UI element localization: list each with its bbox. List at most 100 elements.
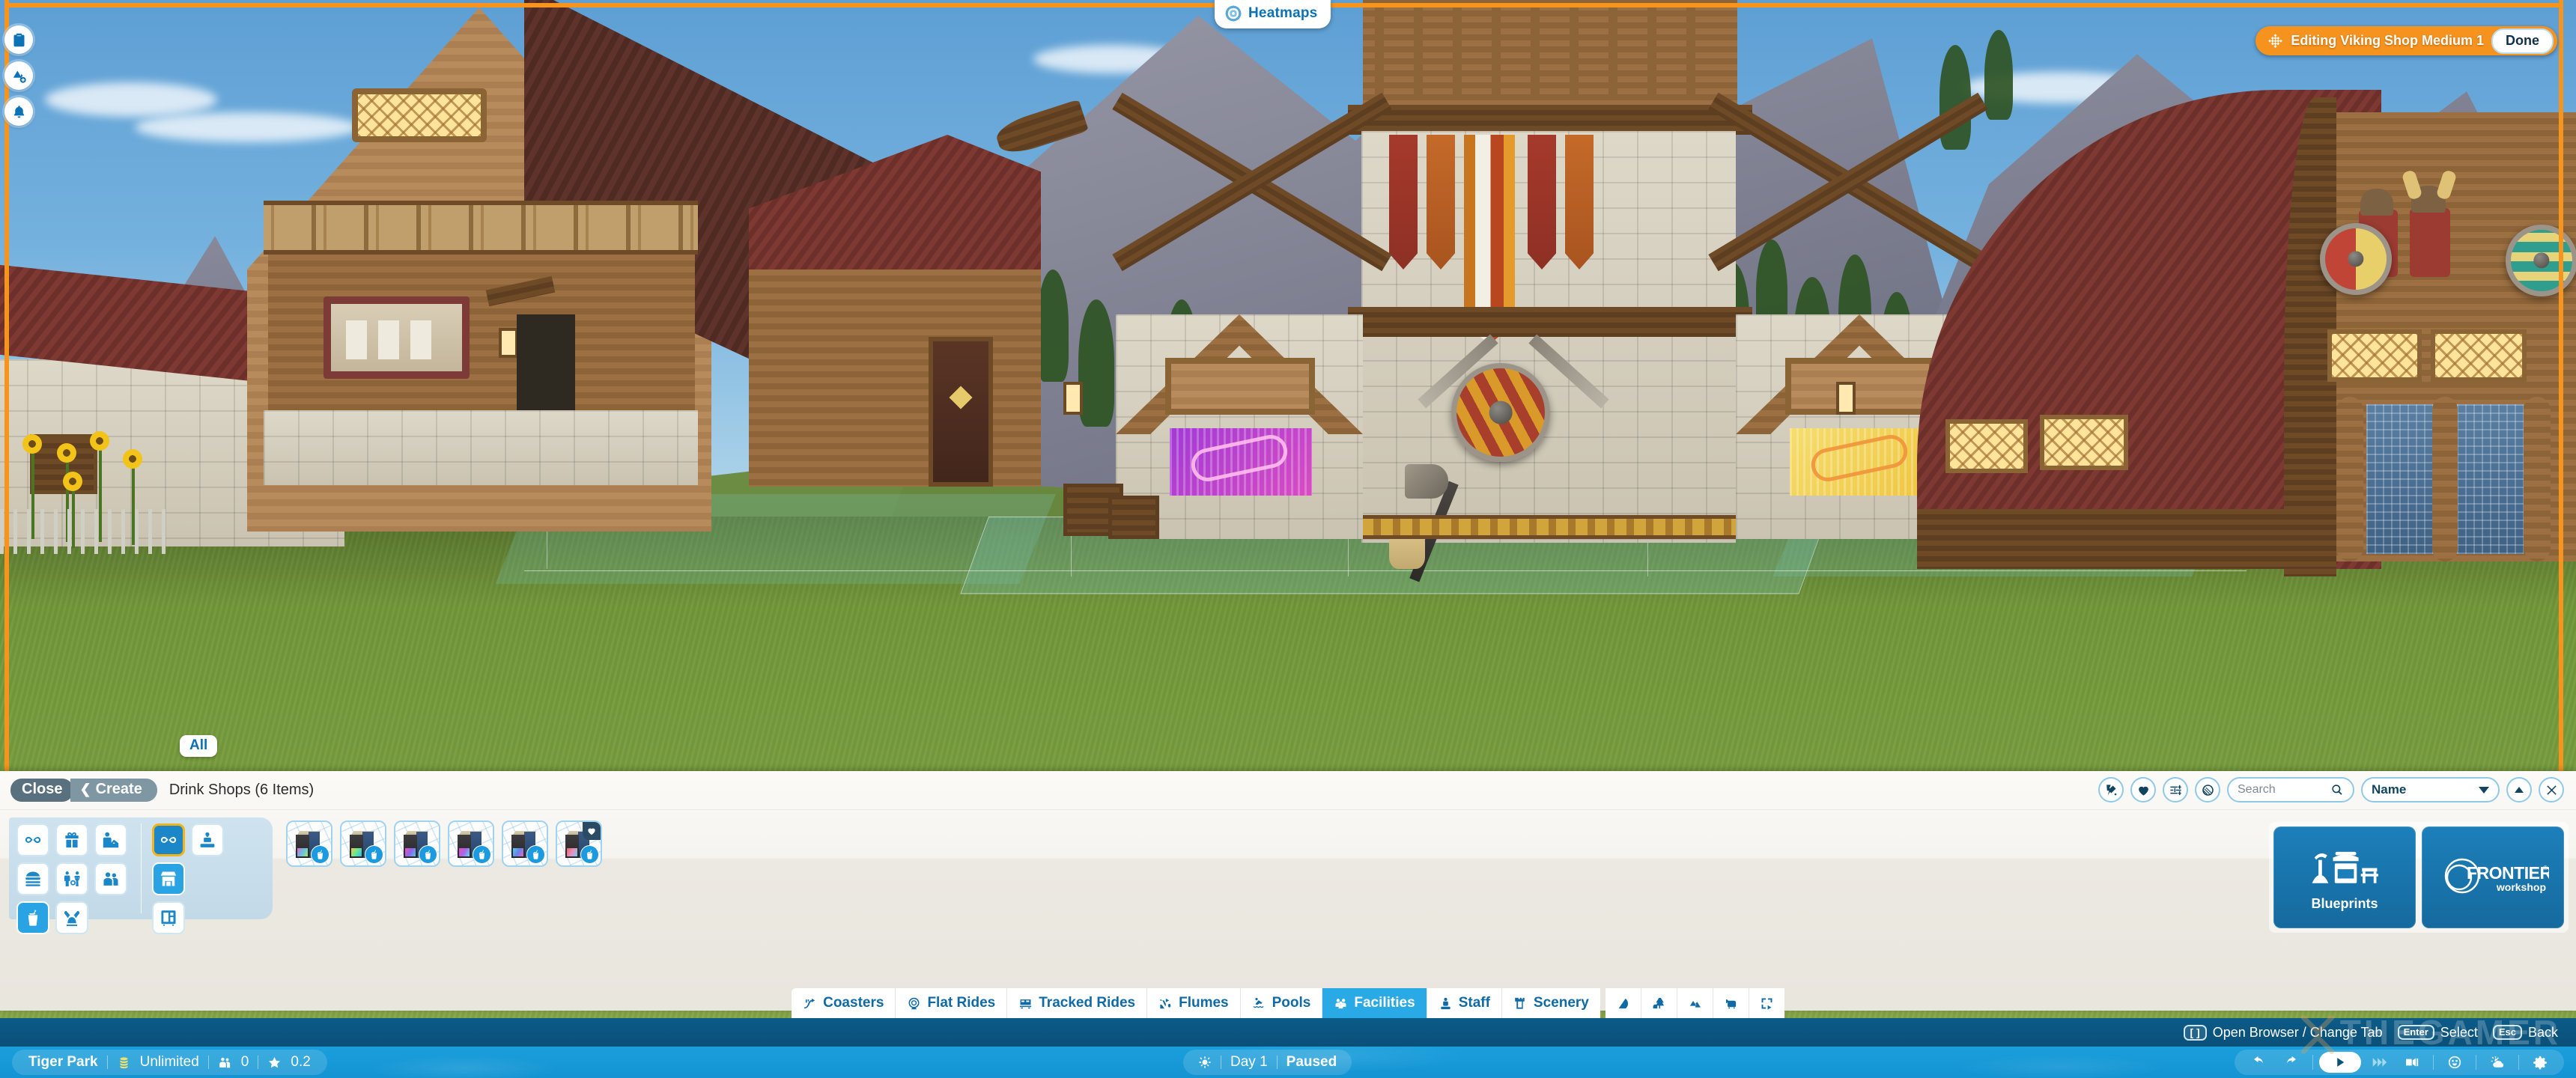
tab-scenery[interactable]: Scenery [1501,988,1600,1018]
hint-back: Esc Back [2492,1025,2558,1041]
door [929,337,993,487]
divider [207,1056,209,1069]
park-rating: 0.2 [291,1054,311,1070]
terrain-icon [1689,1000,1701,1008]
cloud [135,112,359,142]
settings-button[interactable] [2525,1051,2555,1074]
tab-coasters[interactable]: Coasters [792,988,896,1018]
window-lit [2327,329,2422,382]
play-button[interactable] [2319,1052,2361,1073]
undo-button[interactable] [2244,1051,2273,1074]
shield-boss [2533,252,2550,269]
pool-icon [1253,997,1263,1008]
scenery-add-icon[interactable] [4,61,33,90]
viking-shield [1451,363,1550,462]
item-tile[interactable] [340,820,386,867]
sort-dropdown[interactable]: Name [2361,777,2500,803]
blueprints-label: Blueprints [2311,895,2378,911]
svg-text:workshop: workshop [2496,881,2546,893]
collapse-panel-button[interactable] [2506,777,2532,803]
tab-terrain[interactable] [1677,988,1713,1018]
tab-transport[interactable] [1713,988,1749,1018]
tab-label: Tracked Rides [1039,995,1136,1011]
item-tile[interactable] [556,820,602,867]
lantern [499,328,518,358]
gift-shop-filter-icon[interactable] [55,823,88,856]
frontier-workshop-button[interactable]: FRONTIER ® workshop [2422,826,2564,928]
window-lit [1945,419,2028,473]
camera-button[interactable] [2397,1051,2427,1074]
done-button[interactable]: Done [2491,28,2554,54]
search-input[interactable]: Search [2227,777,2354,803]
lantern [1836,382,1856,415]
food-shop-filter-icon[interactable] [16,862,49,895]
sign-panel [410,320,431,359]
guests-view-button[interactable] [2440,1051,2470,1074]
filter-group-type [141,823,224,934]
tab-expand[interactable] [1749,988,1784,1018]
blueprint-toggle-icon[interactable] [2098,777,2124,803]
item-tile[interactable] [448,820,494,867]
key-badge: [ ] [2183,1024,2207,1041]
tab-facilities[interactable]: Facilities [1322,988,1427,1018]
all-types-filter-icon[interactable] [152,823,185,856]
item-tile[interactable] [286,820,332,867]
theme-icon[interactable] [2195,777,2220,803]
staff-building-filter-icon[interactable] [94,823,127,856]
carved-band [264,201,698,255]
close-panel-button[interactable] [2539,777,2564,803]
sort-value: Name [2372,782,2407,797]
divider [2518,1055,2519,1070]
tab-flat-rides[interactable]: Flat Rides [896,988,1008,1018]
heatmaps-button[interactable]: Heatmaps [1215,0,1331,28]
drink-shop-filter-icon[interactable] [16,901,49,934]
tab-nature[interactable] [1641,988,1677,1018]
fast-forward-button[interactable] [2364,1051,2394,1074]
guest-facility-filter-icon[interactable] [94,862,127,895]
wall-annex [749,270,1041,487]
key-badge: Esc [2492,1025,2522,1040]
vending-machine-filter-icon[interactable] [152,901,185,934]
stone-plinth [264,410,698,485]
shop-stall-filter-icon[interactable] [152,862,185,895]
sim-controls [2235,1050,2564,1075]
park-guests: 0 [240,1054,249,1070]
tab-flumes[interactable]: Flumes [1147,988,1241,1018]
favourites-icon[interactable] [2130,777,2156,803]
frontier-workshop-logo: FRONTIER ® workshop [2444,858,2549,894]
tab-paths[interactable] [1605,988,1641,1018]
left-tool-rail[interactable] [4,25,33,126]
park-summary-chip: Tiger Park Unlimited 0 0.2 [12,1050,327,1075]
drink-icon [526,845,545,864]
filters-icon[interactable] [2163,777,2188,803]
park-status-bar: Tiger Park Unlimited 0 0.2 Day 1 Paused [0,1047,2576,1078]
tab-separator [1600,988,1606,1018]
redo-button[interactable] [2276,1051,2306,1074]
shield-boss [2348,251,2364,267]
bell-icon[interactable] [4,97,33,126]
create-back-button[interactable]: ❮ Create [70,779,157,802]
piece-by-piece-filter-icon[interactable] [191,823,224,856]
drink-icon [580,845,599,864]
first-aid-filter-icon[interactable] [55,901,88,934]
item-tile[interactable] [394,820,440,867]
tab-pools[interactable]: Pools [1240,988,1323,1018]
window-lit [352,88,487,142]
blueprints-button[interactable]: Blueprints [2273,826,2416,928]
tab-tracked-rides[interactable]: Tracked Rides [1007,988,1148,1018]
clipboard-icon[interactable] [4,25,33,54]
tab-staff[interactable]: Staff [1427,988,1502,1018]
all-filter-icon[interactable] [16,823,49,856]
item-tile[interactable] [502,820,548,867]
sim-state: Paused [1286,1054,1337,1070]
window-lit [2040,415,2128,470]
guests-icon [219,1057,230,1068]
beam [1348,307,1752,337]
star-icon [269,1056,281,1068]
weather-button[interactable] [2482,1051,2512,1074]
restroom-filter-icon[interactable] [55,862,88,895]
close-button[interactable]: Close [10,779,74,802]
axe-head [1405,464,1448,499]
all-filter-badge[interactable]: All [180,735,218,757]
svg-text:FRONTIER: FRONTIER [2467,863,2549,883]
